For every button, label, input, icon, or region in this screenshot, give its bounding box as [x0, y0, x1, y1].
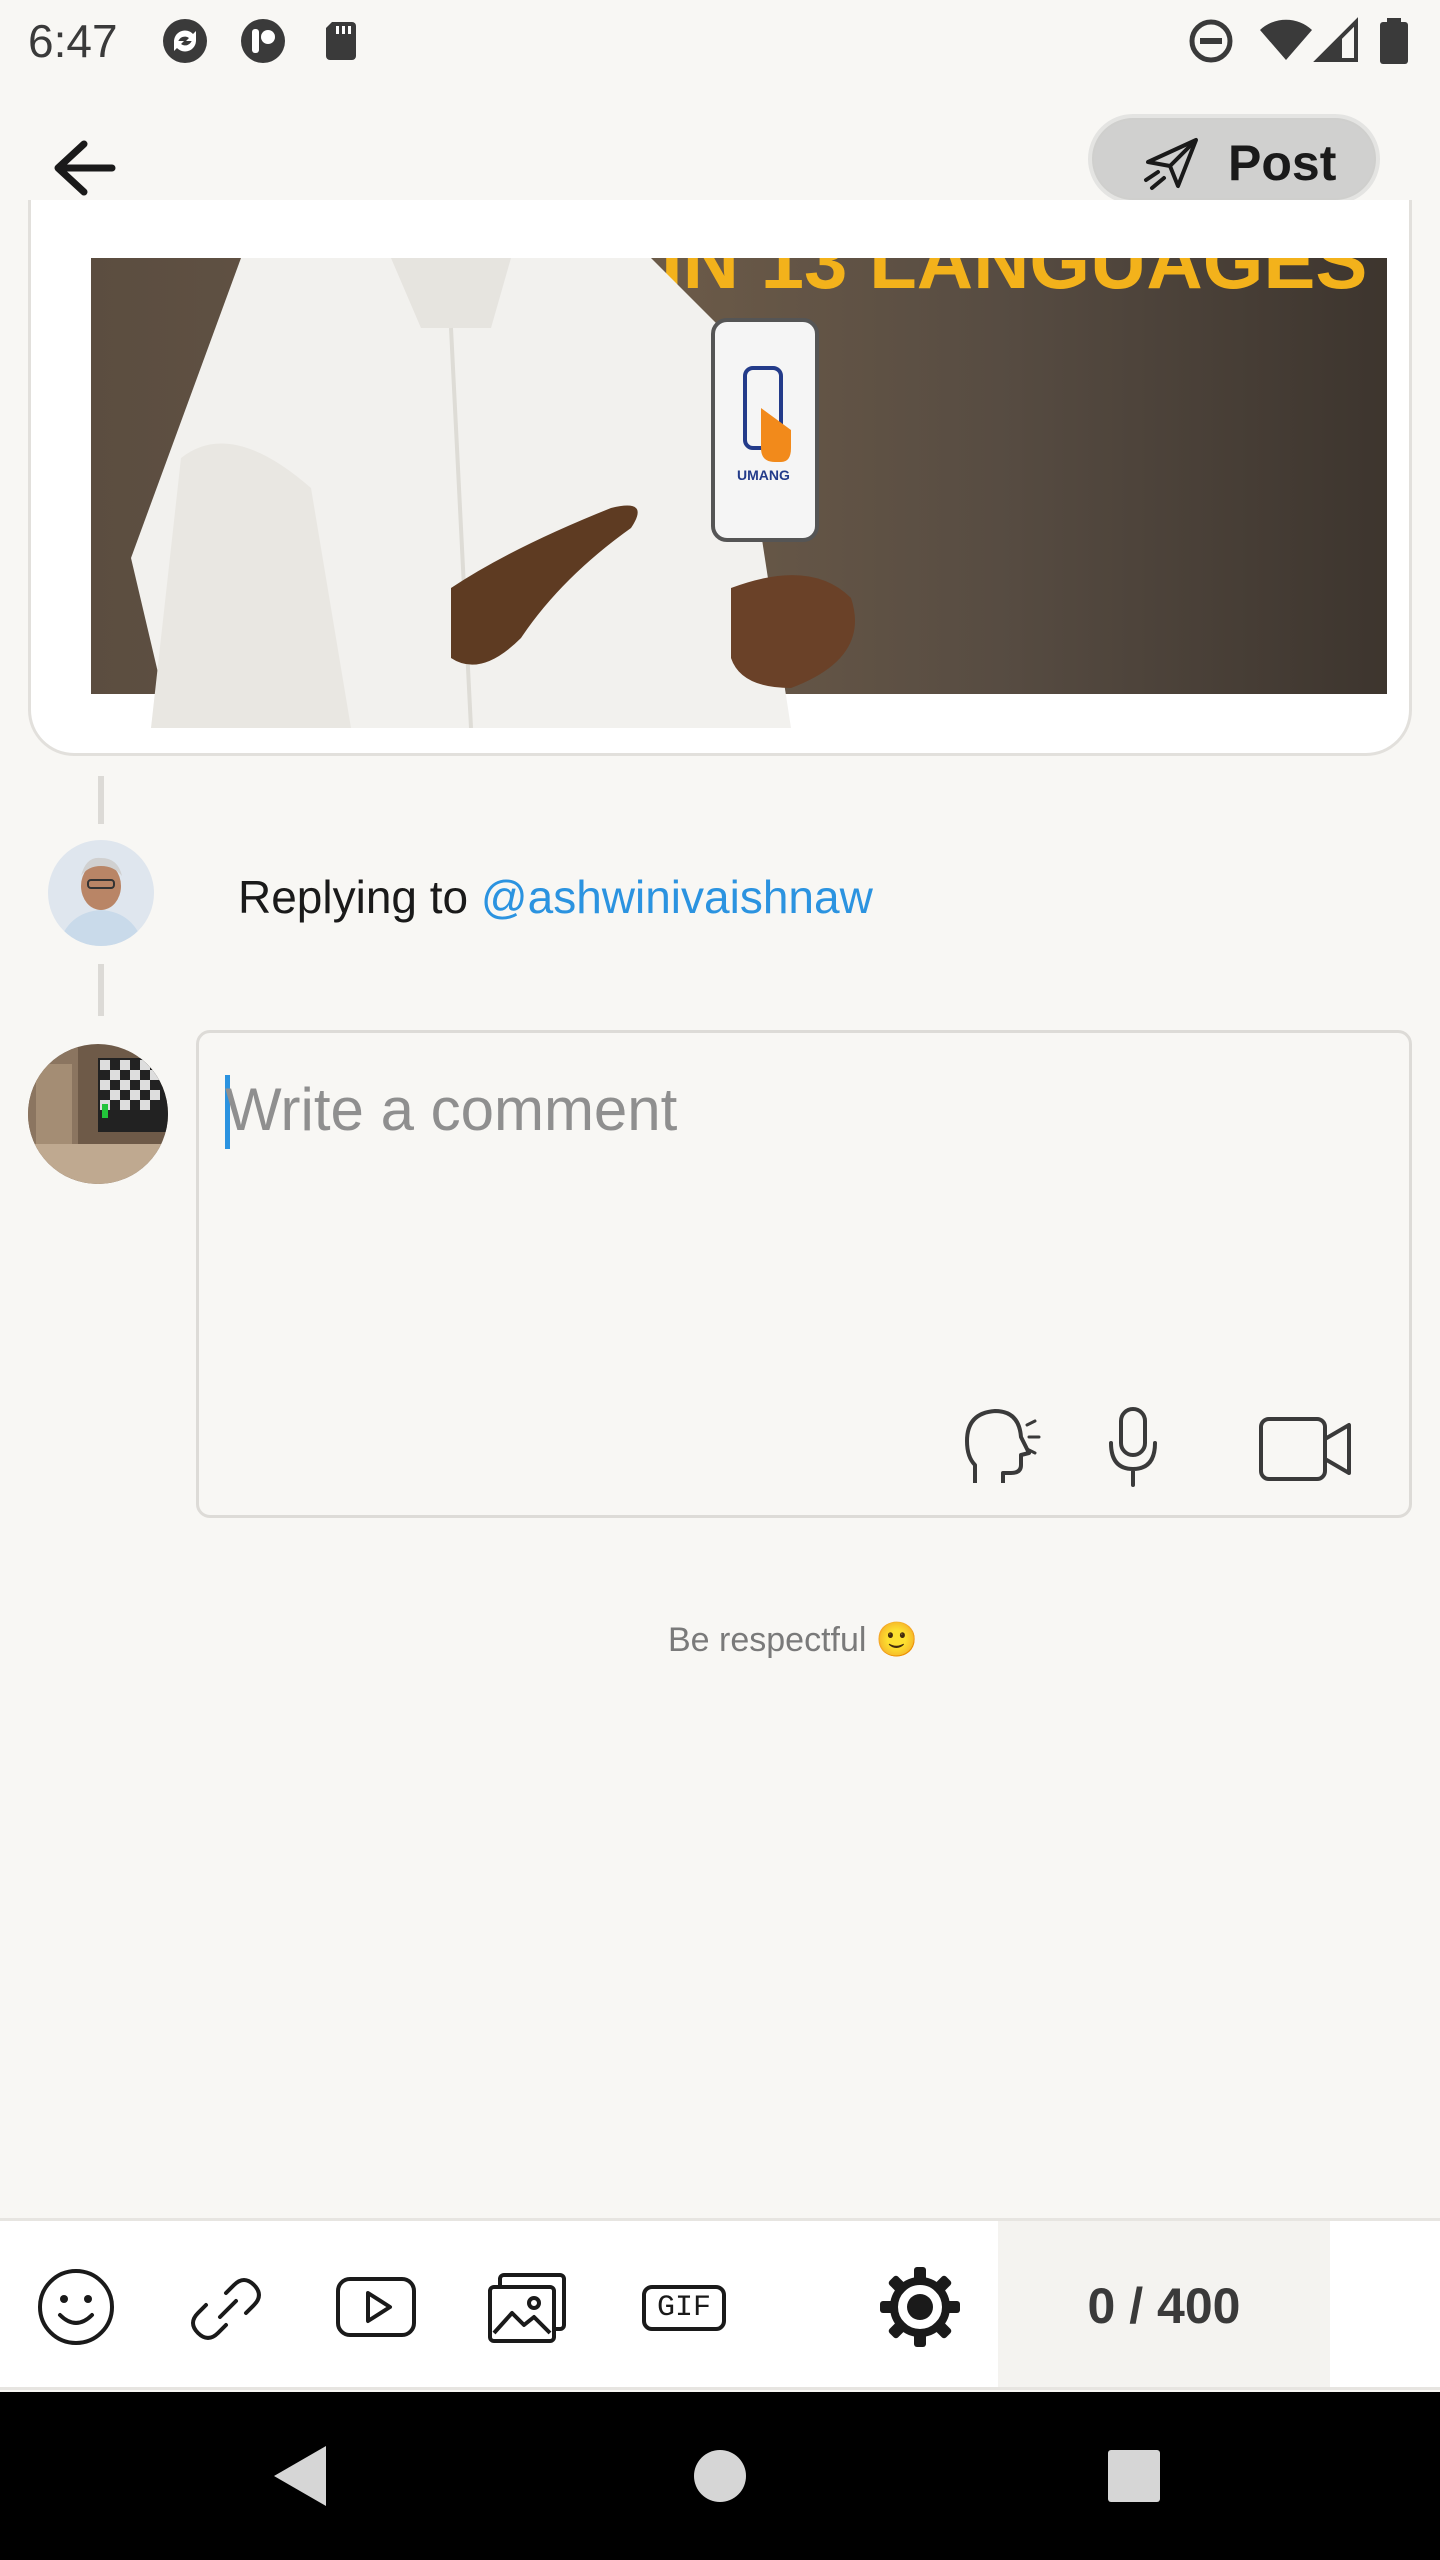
current-user-avatar[interactable] — [28, 1044, 168, 1184]
gif-label: GIF — [656, 2291, 711, 2325]
sd-card-icon — [326, 22, 356, 60]
reply-handle-link[interactable]: @ashwinivaishnaw — [481, 871, 873, 923]
gallery-icon[interactable] — [484, 2263, 572, 2351]
replying-to-text: Replying to @ashwinivaishnaw — [238, 870, 873, 924]
wifi-icon — [1260, 19, 1312, 60]
app-badge-icon — [241, 19, 285, 63]
image-headline: IN 13 LANGUAGES — [661, 258, 1367, 305]
thread-line — [98, 964, 104, 1016]
settings-icon[interactable] — [876, 2263, 964, 2351]
post-image: IN 13 LANGUAGES UMANG — [91, 258, 1387, 728]
signal-icon — [1313, 17, 1358, 62]
link-icon[interactable] — [182, 2263, 270, 2351]
thread-line — [98, 776, 104, 824]
paper-plane-icon — [1144, 138, 1198, 190]
be-respectful-note: Be respectful 🙂 — [668, 1621, 919, 1659]
gif-icon[interactable]: GIF — [640, 2263, 728, 2351]
nav-recents-button[interactable] — [1094, 2436, 1174, 2516]
system-nav-bar — [0, 2392, 1440, 2560]
nav-back-button[interactable] — [260, 2436, 340, 2516]
nav-home-button[interactable] — [680, 2436, 760, 2516]
post-label: Post — [1228, 135, 1337, 191]
youtube-icon[interactable] — [332, 2263, 420, 2351]
char-counter: 0 / 400 — [1087, 2278, 1241, 2334]
quoted-post-card[interactable]: IN 13 LANGUAGES UMANG — [28, 200, 1412, 756]
do-not-disturb-icon — [1189, 19, 1233, 63]
composer-toolbar: GIF 0 / 400 — [0, 2218, 1440, 2390]
phone-app-label: UMANG — [737, 467, 790, 483]
comment-composer[interactable] — [196, 1030, 1412, 1518]
comment-input[interactable] — [225, 1069, 1325, 1149]
microphone-icon[interactable] — [1103, 1403, 1163, 1493]
battery-icon — [1380, 18, 1408, 64]
speak-icon[interactable] — [961, 1403, 1041, 1493]
avatar[interactable] — [48, 840, 154, 946]
replying-prefix: Replying to — [238, 871, 481, 923]
emoji-icon[interactable] — [32, 2263, 120, 2351]
char-counter-box: 0 / 400 — [998, 2221, 1330, 2387]
sync-app-icon — [163, 19, 207, 63]
arrow-left-icon — [54, 140, 116, 196]
status-bar: 6:47 — [0, 0, 1440, 84]
comment-screen: 6:47 Post IN 13 LANGUAGES UMANG Replying… — [0, 0, 1440, 2560]
video-camera-icon[interactable] — [1257, 1403, 1353, 1493]
status-time: 6:47 — [28, 15, 118, 67]
post-button[interactable]: Post — [1088, 114, 1380, 204]
